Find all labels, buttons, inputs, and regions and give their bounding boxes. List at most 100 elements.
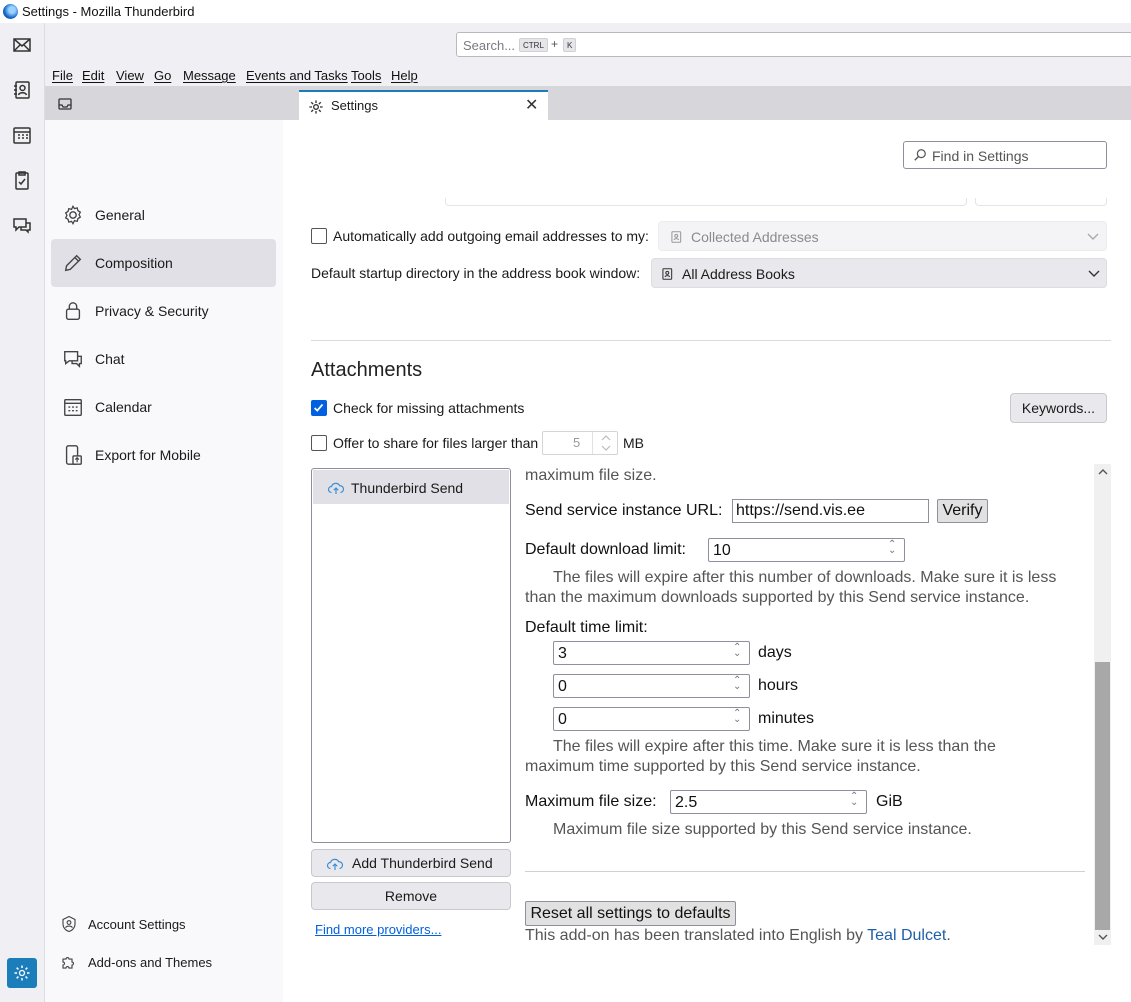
shortcut-plus: + — [551, 37, 559, 51]
startup-directory-select[interactable]: All Address Books — [651, 258, 1107, 288]
sidebar-item-calendar[interactable]: Calendar — [51, 383, 276, 431]
tasks-icon[interactable] — [10, 168, 34, 192]
translation-credit-suffix: . — [946, 927, 951, 944]
max-size-value: 2.5 — [675, 794, 698, 811]
auto-add-address-book-select: Collected Addresses — [658, 221, 1107, 251]
mobile-export-icon — [65, 445, 82, 465]
calendar-space-icon[interactable] — [10, 123, 34, 147]
max-size-input[interactable]: 2.5 — [670, 790, 867, 814]
puzzle-icon — [62, 957, 74, 969]
download-limit-input[interactable]: 10 — [708, 538, 905, 562]
send-url-value: https://send.vis.ee — [736, 502, 865, 519]
spinner-arrows-icon[interactable] — [848, 791, 862, 811]
translator-link[interactable]: Teal Dulcet — [867, 927, 946, 944]
panel-divider — [525, 871, 1085, 872]
sidebar-item-label: Privacy & Security — [95, 303, 209, 319]
startup-directory-value: All Address Books — [682, 266, 795, 282]
send-url-label: Send service instance URL: — [525, 502, 723, 519]
checkmark-icon — [314, 403, 324, 412]
menu-events-and-tasks[interactable]: Events and Tasks — [246, 68, 348, 83]
sidebar-item-export-for-mobile[interactable]: Export for Mobile — [51, 431, 276, 479]
auto-add-addresses-label: Automatically add outgoing email address… — [333, 228, 649, 244]
spinner-arrows-icon[interactable] — [731, 642, 745, 662]
panel-top-text: maximum file size. — [525, 467, 657, 484]
scroll-down-icon[interactable] — [1098, 933, 1108, 941]
add-thunderbird-send-label: Add Thunderbird Send — [352, 855, 493, 871]
scrollbar-thumb[interactable] — [1095, 662, 1110, 930]
days-input[interactable]: 3 — [553, 641, 750, 665]
cloud-upload-icon — [326, 858, 344, 870]
gear-icon — [14, 965, 30, 981]
provider-list: Thunderbird Send — [311, 468, 511, 843]
hours-input[interactable]: 0 — [553, 674, 750, 698]
pencil-icon — [64, 254, 82, 272]
global-search-input[interactable]: Search... CTRL + K — [456, 32, 1131, 57]
menu-view[interactable]: View — [116, 68, 144, 83]
address-book-icon[interactable] — [10, 78, 34, 102]
time-note-line2: maximum time supported by this Send serv… — [525, 758, 921, 775]
add-thunderbird-send-button[interactable]: Add Thunderbird Send — [311, 849, 511, 877]
minutes-input[interactable]: 0 — [553, 707, 750, 731]
menu-message[interactable]: Message — [183, 68, 236, 83]
cloud-upload-icon — [327, 482, 345, 494]
spinner-arrows-icon[interactable] — [886, 539, 900, 559]
spinner-arrows-icon[interactable] — [731, 675, 745, 695]
sidebar-item-label: Chat — [95, 351, 125, 367]
find-more-providers-link[interactable]: Find more providers... — [315, 922, 441, 937]
offer-share-checkbox[interactable] — [311, 435, 327, 451]
menu-tools[interactable]: Tools — [351, 68, 381, 83]
keywords-button[interactable]: Keywords... — [1010, 393, 1107, 423]
menu-edit[interactable]: Edit — [82, 68, 104, 83]
scroll-up-icon[interactable] — [1098, 468, 1108, 476]
menu-go[interactable]: Go — [154, 68, 171, 83]
tab-label: Settings — [331, 98, 378, 113]
offer-share-size-value: 5 — [573, 435, 581, 450]
find-in-settings-input[interactable]: Find in Settings — [903, 141, 1107, 169]
mail-icon[interactable] — [10, 33, 34, 57]
auto-add-addresses-checkbox[interactable] — [311, 228, 327, 244]
verify-button[interactable]: Verify — [937, 499, 988, 523]
close-tab-icon[interactable]: ✕ — [525, 95, 538, 115]
account-icon — [62, 915, 76, 933]
sidebar-item-privacy-security[interactable]: Privacy & Security — [51, 287, 276, 335]
minutes-value: 0 — [558, 711, 567, 728]
days-unit: days — [758, 644, 792, 661]
reset-defaults-button[interactable]: Reset all settings to defaults — [525, 901, 736, 926]
address-book-icon — [671, 231, 682, 243]
minutes-unit: minutes — [758, 710, 815, 727]
shortcut-key-k: K — [563, 38, 577, 52]
tab-bar — [45, 86, 1131, 120]
addons-themes-link[interactable]: Add-ons and Themes — [60, 953, 260, 973]
sidebar-item-composition[interactable]: Composition — [51, 239, 276, 287]
inbox-tab-icon[interactable] — [57, 96, 73, 112]
chevron-down-icon — [1088, 270, 1100, 277]
sidebar-item-label: General — [95, 207, 145, 223]
menu-help[interactable]: Help — [391, 68, 418, 83]
scrolled-field-remnant — [445, 198, 967, 206]
remove-provider-button[interactable]: Remove — [311, 882, 511, 910]
download-limit-label: Default download limit: — [525, 541, 686, 558]
section-divider — [311, 340, 1111, 341]
spinner-arrows-icon[interactable] — [731, 708, 745, 728]
send-settings-panel: maximum file size. Send service instance… — [517, 464, 1111, 945]
sidebar-item-general[interactable]: General — [51, 191, 276, 239]
menu-file[interactable]: File — [52, 68, 73, 83]
offer-share-size-input: 5 — [542, 431, 618, 455]
download-limit-value: 10 — [713, 542, 731, 559]
download-note-line1: The files will expire after this number … — [553, 569, 1057, 586]
panel-scrollbar[interactable] — [1094, 464, 1111, 945]
settings-space-button[interactable] — [7, 958, 37, 988]
provider-list-item[interactable]: Thunderbird Send — [313, 470, 509, 504]
check-missing-attachments-checkbox[interactable] — [311, 400, 327, 416]
shortcut-key-ctrl: CTRL — [519, 38, 548, 52]
chat-space-icon[interactable] — [10, 213, 34, 237]
send-url-input[interactable]: https://send.vis.ee — [732, 499, 929, 523]
account-settings-link[interactable]: Account Settings — [60, 915, 260, 935]
tab-settings[interactable]: Settings ✕ — [299, 90, 548, 120]
auto-add-address-book-value: Collected Addresses — [691, 229, 819, 245]
time-limit-label: Default time limit: — [525, 619, 648, 636]
sidebar-item-chat[interactable]: Chat — [51, 335, 276, 383]
hours-unit: hours — [758, 677, 799, 694]
find-in-settings-placeholder: Find in Settings — [932, 148, 1029, 164]
thunderbird-logo-icon — [3, 4, 18, 19]
